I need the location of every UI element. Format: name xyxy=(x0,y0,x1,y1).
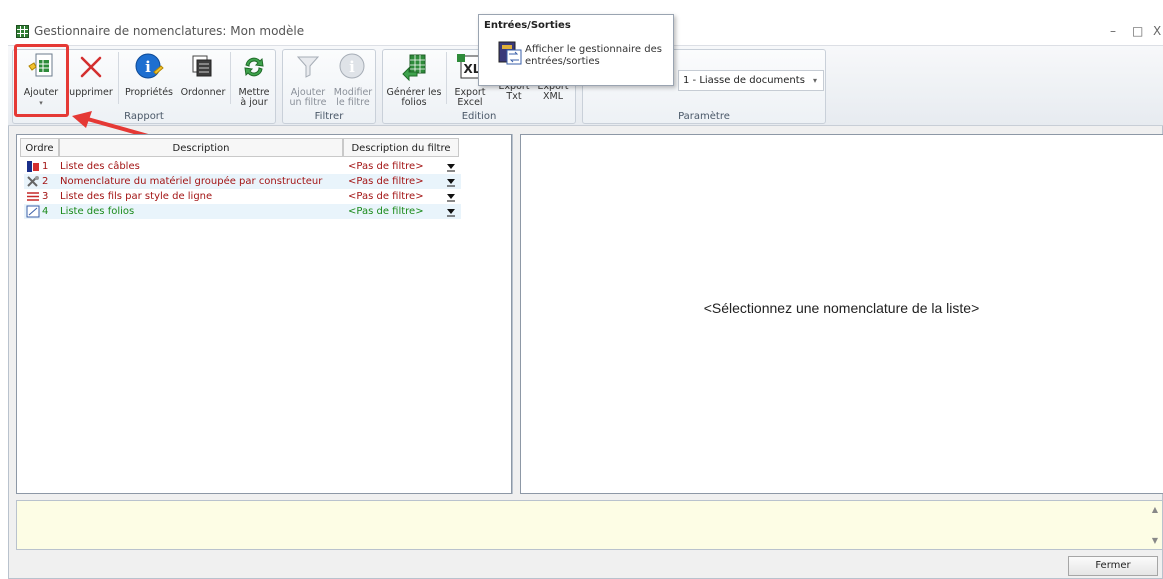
add-filter-button[interactable]: Ajouter un filtre xyxy=(286,52,330,108)
generate-label-2: folios xyxy=(401,97,427,108)
panel-splitter[interactable] xyxy=(512,134,520,494)
delete-x-icon xyxy=(76,52,106,82)
tools-icon xyxy=(27,176,39,187)
svg-text:i: i xyxy=(145,58,151,76)
properties-button[interactable]: i Propriétés xyxy=(121,52,177,98)
ribbon-separator xyxy=(118,52,119,104)
order-stack-icon xyxy=(188,52,218,82)
tooltip-title: Entrées/Sorties xyxy=(484,20,571,31)
minimize-button[interactable]: – xyxy=(1110,24,1116,38)
filter-dropdown-icon[interactable] xyxy=(446,176,456,187)
row-description: Liste des folios xyxy=(60,206,135,217)
table-row[interactable]: 2 Nomenclature du matériel groupée par c… xyxy=(24,174,461,189)
row-filter: <Pas de filtre> xyxy=(348,206,424,217)
column-header-description[interactable]: Description xyxy=(59,138,343,157)
add-filter-label-2: un filtre xyxy=(289,97,327,108)
close-button[interactable]: Fermer xyxy=(1068,556,1158,576)
generate-sheet-icon xyxy=(399,52,429,82)
tooltip-text-2: entrées/sorties xyxy=(525,56,600,67)
ribbon-separator xyxy=(446,52,447,104)
column-header-filter[interactable]: Description du filtre xyxy=(343,138,459,157)
filter-dropdown-icon[interactable] xyxy=(446,206,456,217)
window-title: Gestionnaire de nomenclatures: Mon modèl… xyxy=(34,24,305,38)
close-window-button[interactable]: X xyxy=(1153,24,1161,38)
chevron-down-icon: ▾ xyxy=(812,76,817,85)
row-description: Liste des fils par style de ligne xyxy=(60,191,213,202)
order-button[interactable]: Ordonner xyxy=(178,52,228,98)
properties-button-label: Propriétés xyxy=(124,87,173,98)
edit-filter-button[interactable]: i Modifier le filtre xyxy=(331,52,375,108)
filter-dropdown-icon[interactable] xyxy=(446,191,456,202)
refresh-icon xyxy=(239,52,269,82)
row-filter: <Pas de filtre> xyxy=(348,191,424,202)
group-filtrer-title: Filtrer xyxy=(314,111,344,122)
table-row[interactable]: 3 Liste des fils par style de ligne <Pas… xyxy=(24,189,461,204)
maximize-button[interactable]: □ xyxy=(1132,24,1143,38)
parameter-select-value: 1 - Liasse de documents xyxy=(683,75,805,86)
row-filter: <Pas de filtre> xyxy=(348,176,424,187)
group-parametre-title: Paramètre xyxy=(678,111,730,122)
svg-text:i: i xyxy=(349,58,355,76)
highlight-box xyxy=(14,44,69,117)
line-style-icon xyxy=(27,192,39,201)
info-message-area: ▲ ▼ xyxy=(16,500,1163,550)
row-order: 1 xyxy=(42,161,49,172)
detail-placeholder-text: <Sélectionnez une nomenclature de la lis… xyxy=(703,300,980,316)
filter-funnel-icon xyxy=(293,52,323,82)
row-filter: <Pas de filtre> xyxy=(348,161,424,172)
row-description: Liste des câbles xyxy=(60,161,140,172)
io-manager-icon xyxy=(498,41,522,65)
row-order: 3 xyxy=(42,191,49,202)
folio-list-icon xyxy=(26,205,40,218)
scroll-down-icon[interactable]: ▼ xyxy=(1152,536,1158,545)
edit-filter-label-2: le filtre xyxy=(336,97,370,108)
order-button-label: Ordonner xyxy=(180,87,226,98)
group-edition-title: Edition xyxy=(461,111,497,122)
cable-list-icon xyxy=(27,161,39,172)
row-description: Nomenclature du matériel groupée par con… xyxy=(60,176,323,187)
export-xml-label-2: XML xyxy=(543,91,563,102)
row-order: 2 xyxy=(42,176,49,187)
info-icon: i xyxy=(134,52,164,82)
filter-dropdown-icon[interactable] xyxy=(446,161,456,172)
parameter-select[interactable]: 1 - Liasse de documents ▾ xyxy=(678,70,824,91)
app-table-icon xyxy=(16,25,29,38)
edit-filter-info-icon: i xyxy=(338,52,368,82)
generate-folios-button[interactable]: Générer les folios xyxy=(385,52,443,108)
delete-button[interactable]: upprimer xyxy=(66,52,116,98)
tooltip-io: Entrées/Sorties Afficher le gestionnaire… xyxy=(478,14,674,86)
ribbon-separator xyxy=(230,52,231,104)
export-txt-label-2: Txt xyxy=(506,91,522,102)
tooltip-text-1: Afficher le gestionnaire des xyxy=(525,44,662,55)
update-button-label-2: à jour xyxy=(240,97,268,108)
table-row[interactable]: 1 Liste des câbles <Pas de filtre> xyxy=(24,159,461,174)
scroll-up-icon[interactable]: ▲ xyxy=(1152,505,1158,514)
update-button[interactable]: Mettre à jour xyxy=(234,52,274,108)
export-excel-label-2: Excel xyxy=(457,97,483,108)
row-order: 4 xyxy=(42,206,49,217)
table-row[interactable]: 4 Liste des folios <Pas de filtre> xyxy=(24,204,461,219)
delete-button-label: upprimer xyxy=(69,87,113,98)
column-header-order[interactable]: Ordre xyxy=(20,138,59,157)
